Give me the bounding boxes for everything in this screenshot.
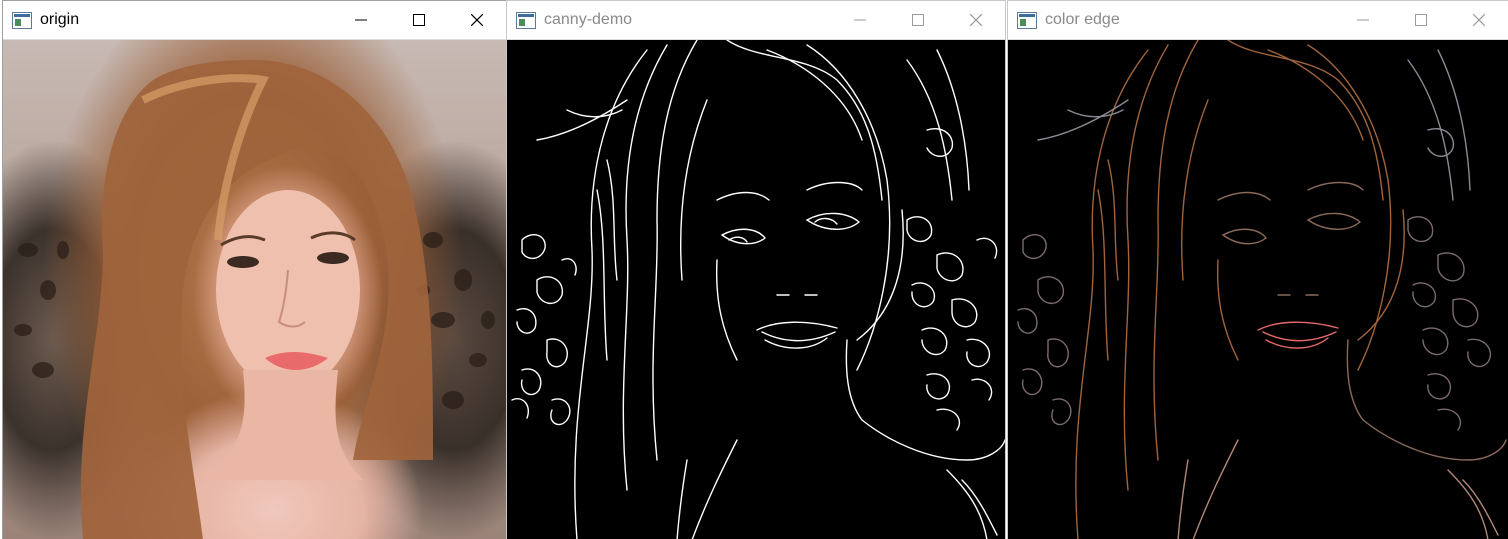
minimize-button[interactable] [332,1,390,39]
minimize-button[interactable] [831,1,889,39]
portrait-illustration [14,60,495,539]
window-origin[interactable]: origin [2,0,507,539]
window-title: color edge [1045,11,1120,28]
close-icon [1473,14,1485,26]
maximize-icon [1415,14,1427,26]
color-edge-lines [1017,40,1507,539]
desktop: origin canny-demo color edge [0,0,1508,539]
window-color-edge[interactable]: color edge [1007,0,1508,539]
titlebar[interactable]: color edge [1008,1,1508,40]
minimize-icon [355,14,367,26]
close-icon [471,14,483,26]
close-button[interactable] [1450,1,1508,39]
maximize-icon [413,14,425,26]
maximize-button[interactable] [1392,1,1450,39]
close-button[interactable] [947,1,1005,39]
maximize-button[interactable] [390,1,448,39]
minimize-icon [854,14,866,26]
titlebar[interactable]: canny-demo [507,1,1005,40]
minimize-icon [1357,14,1369,26]
app-window-icon [1017,11,1037,29]
maximize-icon [912,14,924,26]
window-canny-demo[interactable]: canny-demo [506,0,1006,539]
minimize-button[interactable] [1334,1,1392,39]
close-icon [970,14,982,26]
titlebar[interactable]: origin [3,1,506,40]
maximize-button[interactable] [889,1,947,39]
color-edge-image [1008,40,1508,539]
window-title: canny-demo [544,11,633,28]
original-image [3,40,506,539]
canny-edge-image [507,40,1005,539]
edge-lines [511,40,1005,539]
app-window-icon [516,11,536,29]
window-title: origin [40,11,80,28]
close-button[interactable] [448,1,506,39]
app-window-icon [12,11,32,29]
